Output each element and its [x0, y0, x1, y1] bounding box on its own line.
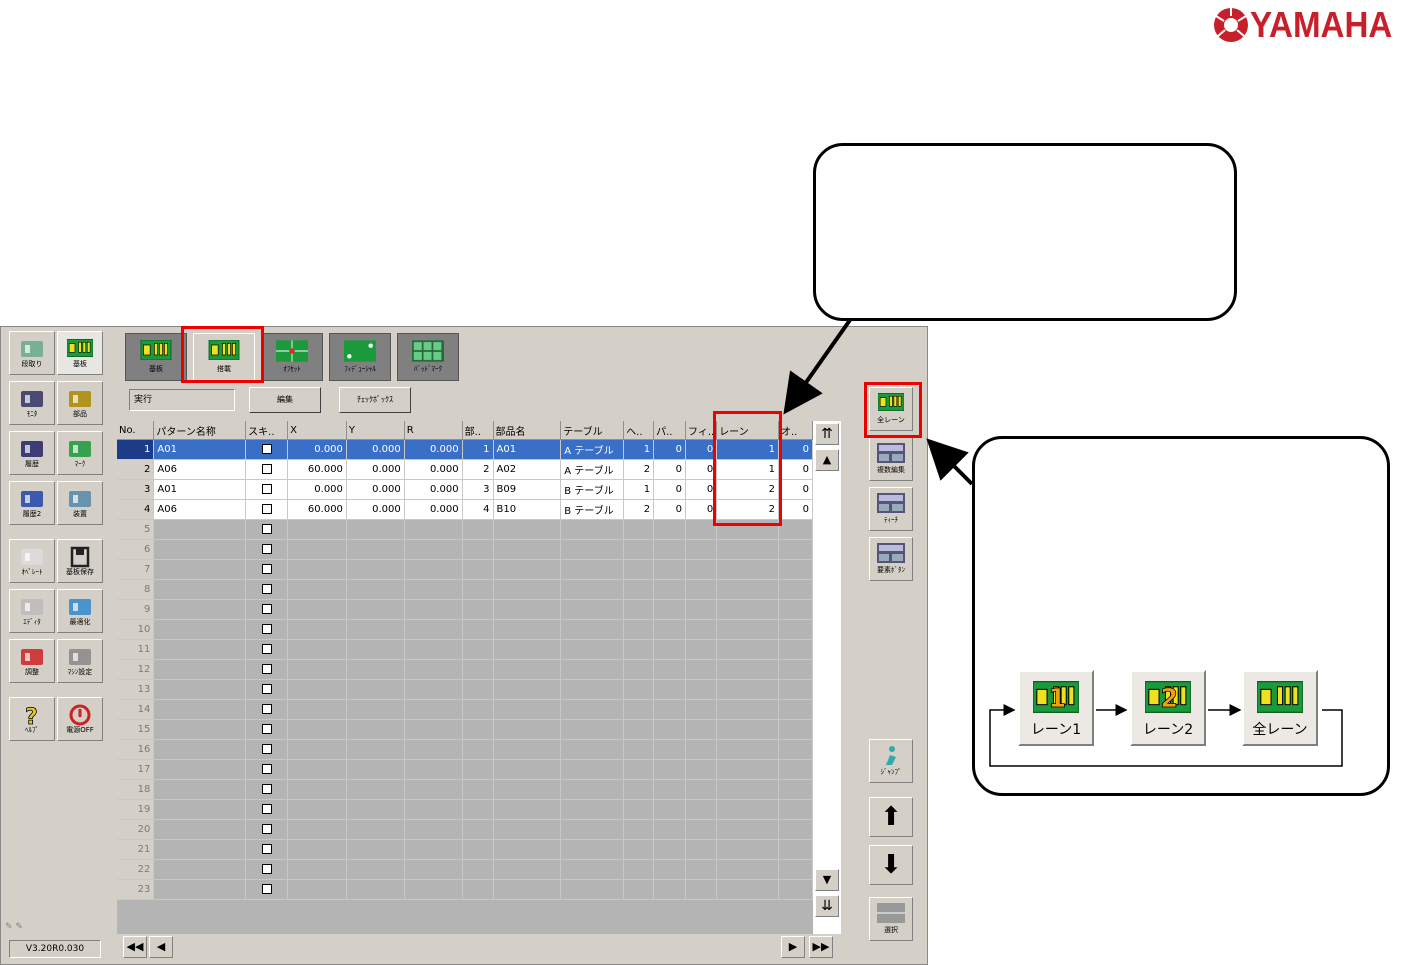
lane-button-2: 2 レーン2 [1130, 670, 1206, 746]
svg-text:2: 2 [1160, 684, 1178, 713]
lane-board-icon: 1 [1032, 681, 1080, 715]
lane-board-icon [1256, 681, 1304, 715]
lane-label: 全レーン [1252, 722, 1308, 738]
lane-board-icon: 2 [1144, 681, 1192, 715]
svg-text:1: 1 [1048, 684, 1066, 713]
lane-button-1: 1 レーン1 [1018, 670, 1094, 746]
lane-label: レーン1 [1030, 722, 1082, 738]
lane-button-3: 全レーン [1242, 670, 1318, 746]
annotation-arrows [783, 318, 1343, 767]
lane-label: レーン2 [1142, 722, 1194, 738]
